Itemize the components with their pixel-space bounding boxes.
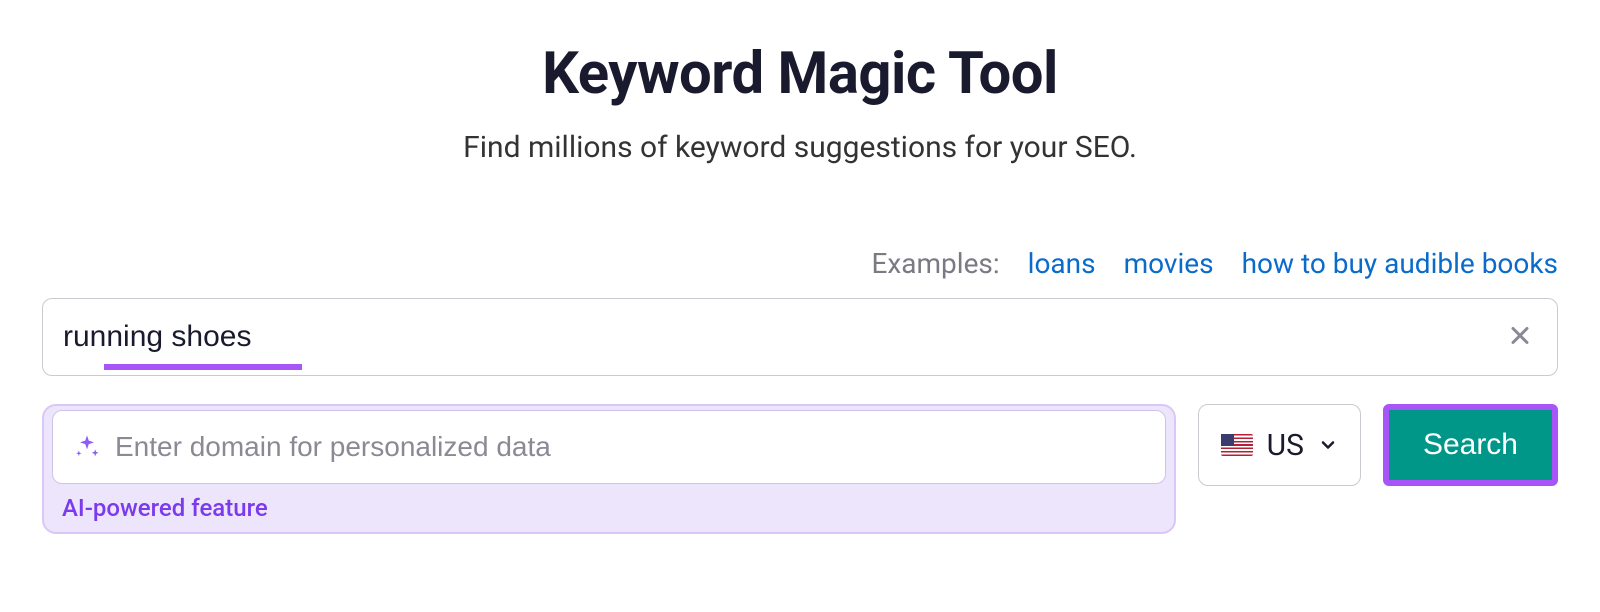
domain-input[interactable] (115, 431, 1145, 463)
clear-button[interactable] (1502, 318, 1538, 357)
example-link-loans[interactable]: loans (1028, 247, 1096, 280)
page-title: Keyword Magic Tool (42, 40, 1558, 108)
example-link-movies[interactable]: movies (1124, 247, 1214, 280)
country-select[interactable]: US (1198, 404, 1361, 486)
highlight-underline (104, 364, 302, 370)
search-button-highlight: Search (1383, 404, 1558, 486)
ai-feature-caption: AI-powered feature (62, 494, 1166, 522)
domain-input-container (52, 410, 1166, 484)
page-subtitle: Find millions of keyword suggestions for… (42, 130, 1558, 165)
examples-row: Examples: loans movies how to buy audibl… (42, 247, 1558, 280)
domain-block: AI-powered feature (42, 404, 1176, 534)
country-code: US (1267, 428, 1304, 463)
secondary-row: AI-powered feature US Search (42, 404, 1558, 534)
close-icon (1508, 324, 1532, 348)
us-flag-icon (1221, 434, 1253, 456)
keyword-input-container (42, 298, 1558, 376)
sparkle-icon (73, 433, 101, 461)
chevron-down-icon (1318, 435, 1338, 455)
examples-label: Examples: (871, 247, 999, 280)
example-link-audible[interactable]: how to buy audible books (1242, 247, 1558, 280)
search-button[interactable]: Search (1389, 410, 1552, 480)
